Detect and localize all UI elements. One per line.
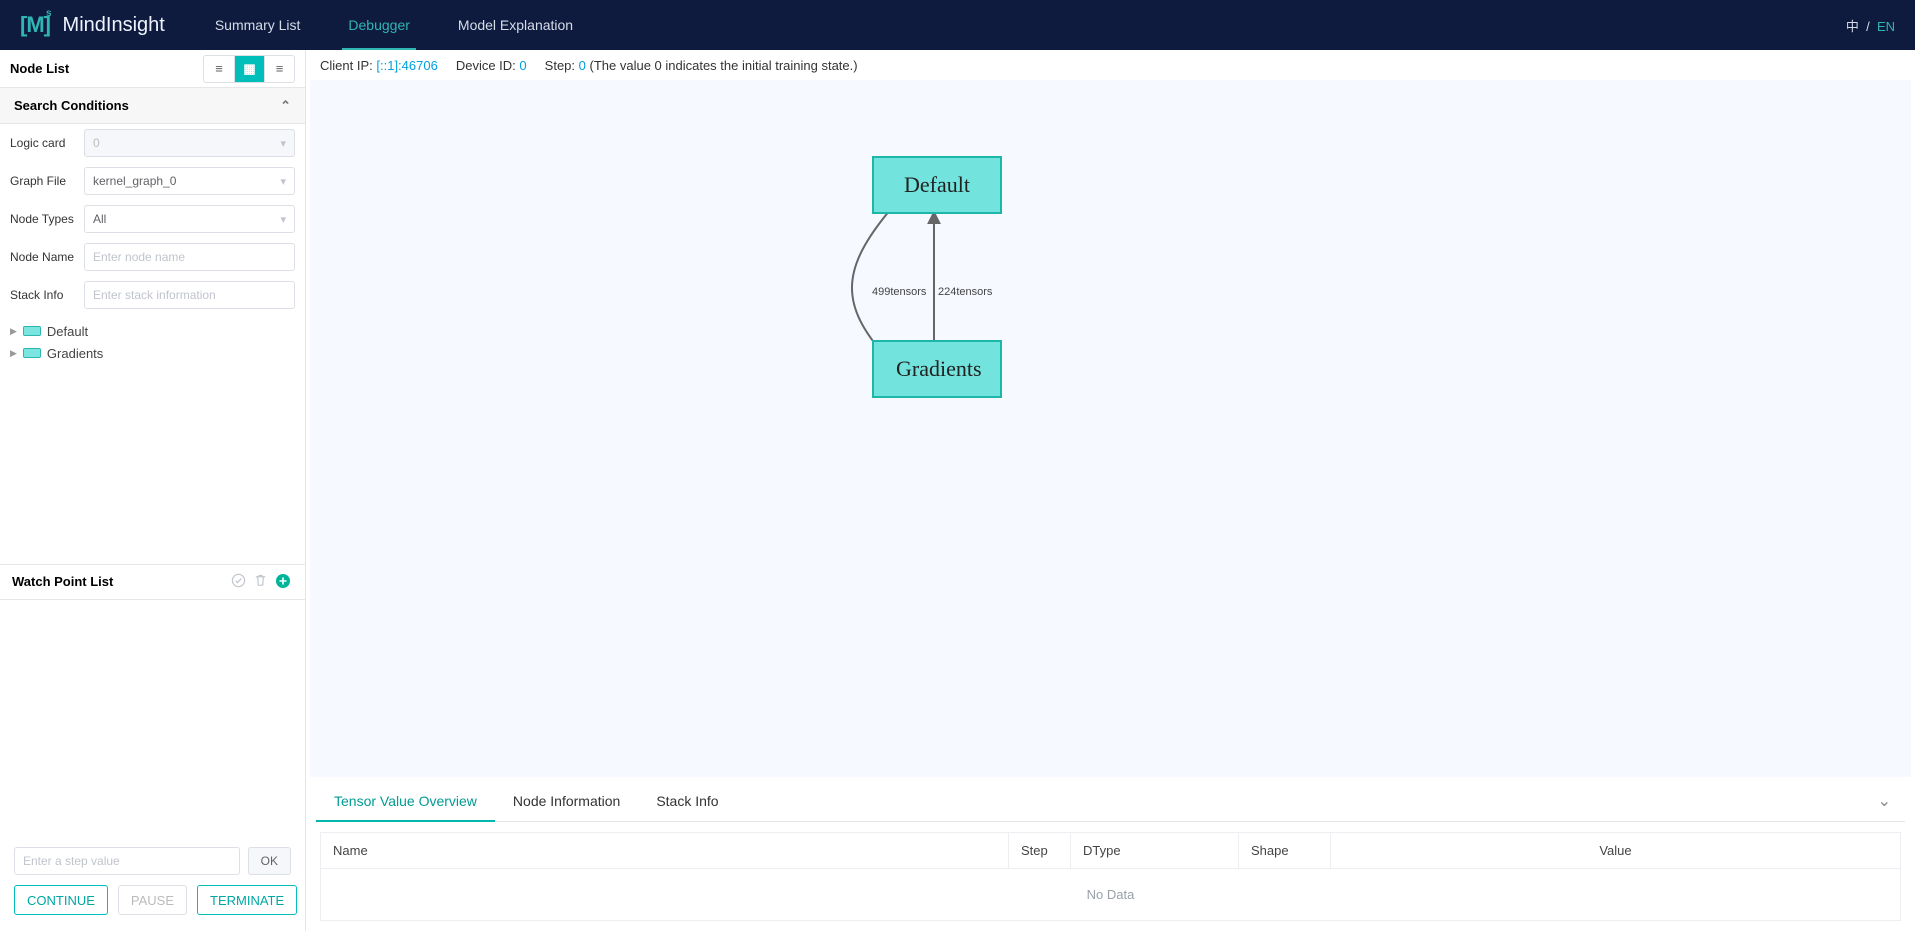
view-mode-grid-icon[interactable]: ▦ [234, 56, 264, 82]
tree-item-label: Gradients [47, 346, 103, 361]
search-conditions-title: Search Conditions [14, 98, 129, 113]
tree-item-label: Default [47, 324, 88, 339]
node-name-label: Node Name [10, 250, 84, 264]
node-icon [23, 326, 41, 336]
nav-tabs: Summary List Debugger Model Explanation [195, 0, 593, 50]
lang-zh[interactable]: 中 [1846, 19, 1859, 34]
search-conditions-header[interactable]: Search Conditions ⌃ [0, 88, 305, 124]
tab-node-information[interactable]: Node Information [495, 781, 638, 821]
node-list-title: Node List [10, 61, 69, 76]
graph-file-label: Graph File [10, 174, 84, 188]
sidebar: Node List ≡ ▦ ≡ Search Conditions ⌃ Logi… [0, 50, 306, 931]
graph-node-default[interactable]: Default [872, 156, 1002, 214]
col-step: Step [1009, 833, 1071, 868]
chevron-up-icon: ⌃ [280, 98, 291, 114]
tree-item-gradients[interactable]: ▶ Gradients [10, 342, 295, 364]
logic-card-label: Logic card [10, 136, 84, 150]
tree-item-default[interactable]: ▶ Default [10, 320, 295, 342]
col-name: Name [321, 833, 1009, 868]
logo-group: [M]s MindInsight [20, 12, 165, 38]
pause-button[interactable]: PAUSE [118, 885, 187, 915]
stack-info-label: Stack Info [10, 288, 84, 302]
check-circle-icon[interactable] [231, 573, 249, 591]
edge-label-down: 499tensors [872, 286, 926, 298]
ok-button[interactable]: OK [248, 847, 291, 875]
no-data-label: No Data [321, 869, 1900, 920]
tab-tensor-overview[interactable]: Tensor Value Overview [316, 781, 495, 821]
caret-right-icon: ▶ [10, 348, 17, 359]
app-header: [M]s MindInsight Summary List Debugger M… [0, 0, 1915, 50]
terminate-button[interactable]: TERMINATE [197, 885, 297, 915]
tab-debugger[interactable]: Debugger [328, 0, 430, 50]
edge-label-up: 224tensors [938, 286, 992, 298]
step-label: Step: [545, 58, 575, 73]
graph-node-gradients[interactable]: Gradients [872, 340, 1002, 398]
view-mode-list-icon[interactable]: ≡ [204, 56, 234, 82]
caret-right-icon: ▶ [10, 326, 17, 337]
client-ip-label: Client IP: [320, 58, 373, 73]
tensor-table: Name Step DType Shape Value No Data [320, 832, 1901, 921]
main-area: Client IP: [::1]:46706 Device ID: 0 Step… [306, 50, 1915, 931]
bottom-pane: Tensor Value Overview Node Information S… [306, 781, 1915, 931]
node-tree: ▶ Default ▶ Gradients [0, 314, 305, 564]
app-name: MindInsight [63, 14, 165, 37]
chevron-down-icon[interactable]: ⌄ [1864, 791, 1905, 811]
client-ip-value: [::1]:46706 [376, 58, 437, 73]
delete-icon[interactable] [253, 573, 271, 591]
bottom-controls: OK CONTINUE PAUSE TERMINATE [0, 837, 305, 931]
info-bar: Client IP: [::1]:46706 Device ID: 0 Step… [306, 50, 1915, 80]
table-header: Name Step DType Shape Value [321, 833, 1900, 869]
tab-stack-info[interactable]: Stack Info [638, 781, 736, 821]
watch-point-title: Watch Point List [12, 574, 113, 589]
continue-button[interactable]: CONTINUE [14, 885, 108, 915]
node-name-input[interactable] [84, 243, 295, 271]
device-id-value: 0 [519, 58, 526, 73]
logic-card-select[interactable]: 0 [84, 129, 295, 157]
col-shape: Shape [1239, 833, 1331, 868]
graph-edges [310, 80, 1911, 777]
graph-file-select[interactable]: kernel_graph_0 [84, 167, 295, 195]
lang-en[interactable]: EN [1877, 19, 1895, 34]
logo-icon: [M]s [20, 12, 55, 38]
watch-point-header: Watch Point List [0, 564, 305, 600]
language-switch[interactable]: 中 / EN [1846, 16, 1895, 35]
bottom-tabs: Tensor Value Overview Node Information S… [316, 781, 1905, 822]
tab-model-explanation[interactable]: Model Explanation [438, 0, 593, 50]
col-dtype: DType [1071, 833, 1239, 868]
step-hint: (The value 0 indicates the initial train… [590, 58, 858, 73]
node-icon [23, 348, 41, 358]
view-mode-compact-icon[interactable]: ≡ [264, 56, 294, 82]
stack-info-input[interactable] [84, 281, 295, 309]
node-types-select[interactable]: All [84, 205, 295, 233]
device-id-label: Device ID: [456, 58, 516, 73]
col-value: Value [1331, 833, 1900, 868]
add-circle-icon[interactable] [275, 573, 293, 591]
graph-canvas[interactable]: ◀ Default Gradients 499tensors 224tensor… [310, 80, 1911, 777]
node-types-label: Node Types [10, 212, 84, 226]
step-input[interactable] [14, 847, 240, 875]
node-list-header: Node List ≡ ▦ ≡ [0, 50, 305, 88]
step-value: 0 [579, 58, 586, 73]
tab-summary-list[interactable]: Summary List [195, 0, 321, 50]
watch-point-body [0, 600, 305, 838]
view-mode-group: ≡ ▦ ≡ [203, 55, 295, 83]
